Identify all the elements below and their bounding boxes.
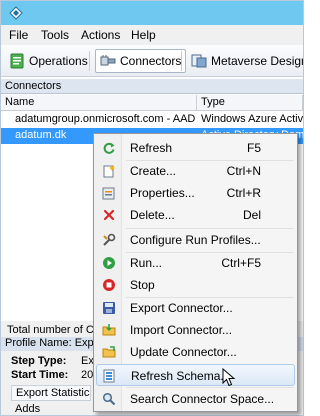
export-icon	[103, 302, 115, 314]
menu-item-label: Search Connector Space...	[130, 392, 275, 406]
menu-help[interactable]: Help	[131, 28, 156, 42]
connector-row[interactable]: adatumgroup.onmicrosoft.com - AAD Window…	[1, 112, 303, 128]
search-icon	[102, 392, 116, 406]
menu-item-label: Import Connector...	[130, 323, 233, 337]
delete-icon	[103, 209, 115, 221]
step-type-label: Step Type:	[11, 355, 67, 367]
toolbar: Operations Connectors Metaverse Designer	[1, 45, 303, 77]
menu-item-label: Stop	[130, 278, 155, 292]
connectors-icon	[100, 55, 116, 66]
connectors-section-header: Connectors	[1, 79, 303, 94]
menu-item-shortcut: Ctrl+N	[226, 164, 261, 178]
connector-name: adatum.dk	[15, 129, 67, 141]
menu-item-configure-run-profiles[interactable]: Configure Run Profiles...	[96, 229, 295, 251]
menu-item-label: Export Connector...	[130, 301, 233, 315]
menu-item-label: Configure Run Profiles...	[130, 233, 261, 247]
menu-item-update-connector[interactable]: Update Connector...	[96, 341, 295, 363]
app-icon	[9, 6, 23, 20]
menu-item-refresh-schema[interactable]: Refresh Schema...	[96, 364, 295, 386]
menu-item-export-connector[interactable]: Export Connector...	[96, 297, 295, 319]
menu-item-create[interactable]: Create... Ctrl+N	[96, 160, 295, 182]
export-statistics-header[interactable]: Export Statistics	[11, 385, 91, 401]
menu-item-label: Update Connector...	[130, 345, 237, 359]
menu-item-shortcut: Del	[242, 208, 261, 222]
menu-item-refresh[interactable]: Refresh F5	[96, 137, 295, 159]
menu-item-label: Run...	[130, 256, 163, 270]
metaverse-designer-button[interactable]: Metaverse Designer	[187, 49, 303, 73]
menu-item-stop[interactable]: Stop	[96, 274, 295, 296]
stop-icon	[103, 279, 115, 291]
name-column-header[interactable]: Name	[1, 95, 197, 111]
menu-item-shortcut: F5	[246, 141, 261, 155]
configure-icon	[103, 233, 116, 246]
menu-item-import-connector[interactable]: Import Connector...	[96, 319, 295, 341]
menu-item-label: Refresh Schema...	[131, 369, 231, 383]
menu-item-search-connector-space[interactable]: Search Connector Space...	[96, 388, 295, 410]
connectors-button[interactable]: Connectors	[95, 49, 187, 73]
connectors-label: Connectors	[120, 54, 182, 68]
mouse-cursor-icon	[222, 368, 236, 387]
menu-bar: File Tools Actions Help	[1, 25, 303, 45]
title-bar[interactable]	[1, 1, 303, 25]
toolbar-divider	[89, 51, 90, 71]
start-time-label: Start Time:	[11, 369, 69, 381]
connector-type: Windows Azure Active	[201, 113, 303, 125]
operations-icon	[10, 53, 24, 69]
toolbar-divider	[181, 51, 182, 71]
menu-item-run[interactable]: Run... Ctrl+F5	[96, 252, 295, 274]
menu-actions[interactable]: Actions	[81, 28, 120, 42]
operations-button[interactable]: Operations	[5, 49, 92, 73]
connector-context-menu: Refresh F5 Create... Ctrl+N Properties..…	[93, 133, 298, 412]
type-column-header[interactable]: Type	[197, 95, 303, 111]
metaverse-designer-label: Metaverse Designer	[211, 54, 303, 68]
menu-tools[interactable]: Tools	[41, 28, 69, 42]
run-icon	[103, 257, 115, 269]
operations-label: Operations	[29, 54, 88, 68]
menu-item-label: Properties...	[130, 186, 195, 200]
connector-name: adatumgroup.onmicrosoft.com - AAD	[15, 113, 196, 125]
menu-item-label: Refresh	[130, 141, 173, 155]
properties-icon	[102, 187, 115, 200]
update-icon	[102, 346, 116, 358]
menu-item-label: Create...	[130, 164, 177, 178]
menu-item-shortcut: Ctrl+F5	[221, 256, 261, 270]
menu-item-properties[interactable]: Properties... Ctrl+R	[96, 182, 295, 204]
create-icon	[103, 165, 115, 178]
menu-item-label: Delete...	[130, 208, 175, 222]
menu-file[interactable]: File	[9, 28, 28, 42]
menu-item-shortcut: Ctrl+R	[226, 186, 261, 200]
import-icon	[102, 324, 116, 336]
menu-item-delete[interactable]: Delete... Del	[96, 204, 295, 226]
refresh-schema-icon	[103, 369, 115, 383]
adds-label: Adds	[15, 403, 41, 415]
metaverse-designer-icon	[191, 54, 207, 68]
refresh-icon	[103, 142, 115, 154]
